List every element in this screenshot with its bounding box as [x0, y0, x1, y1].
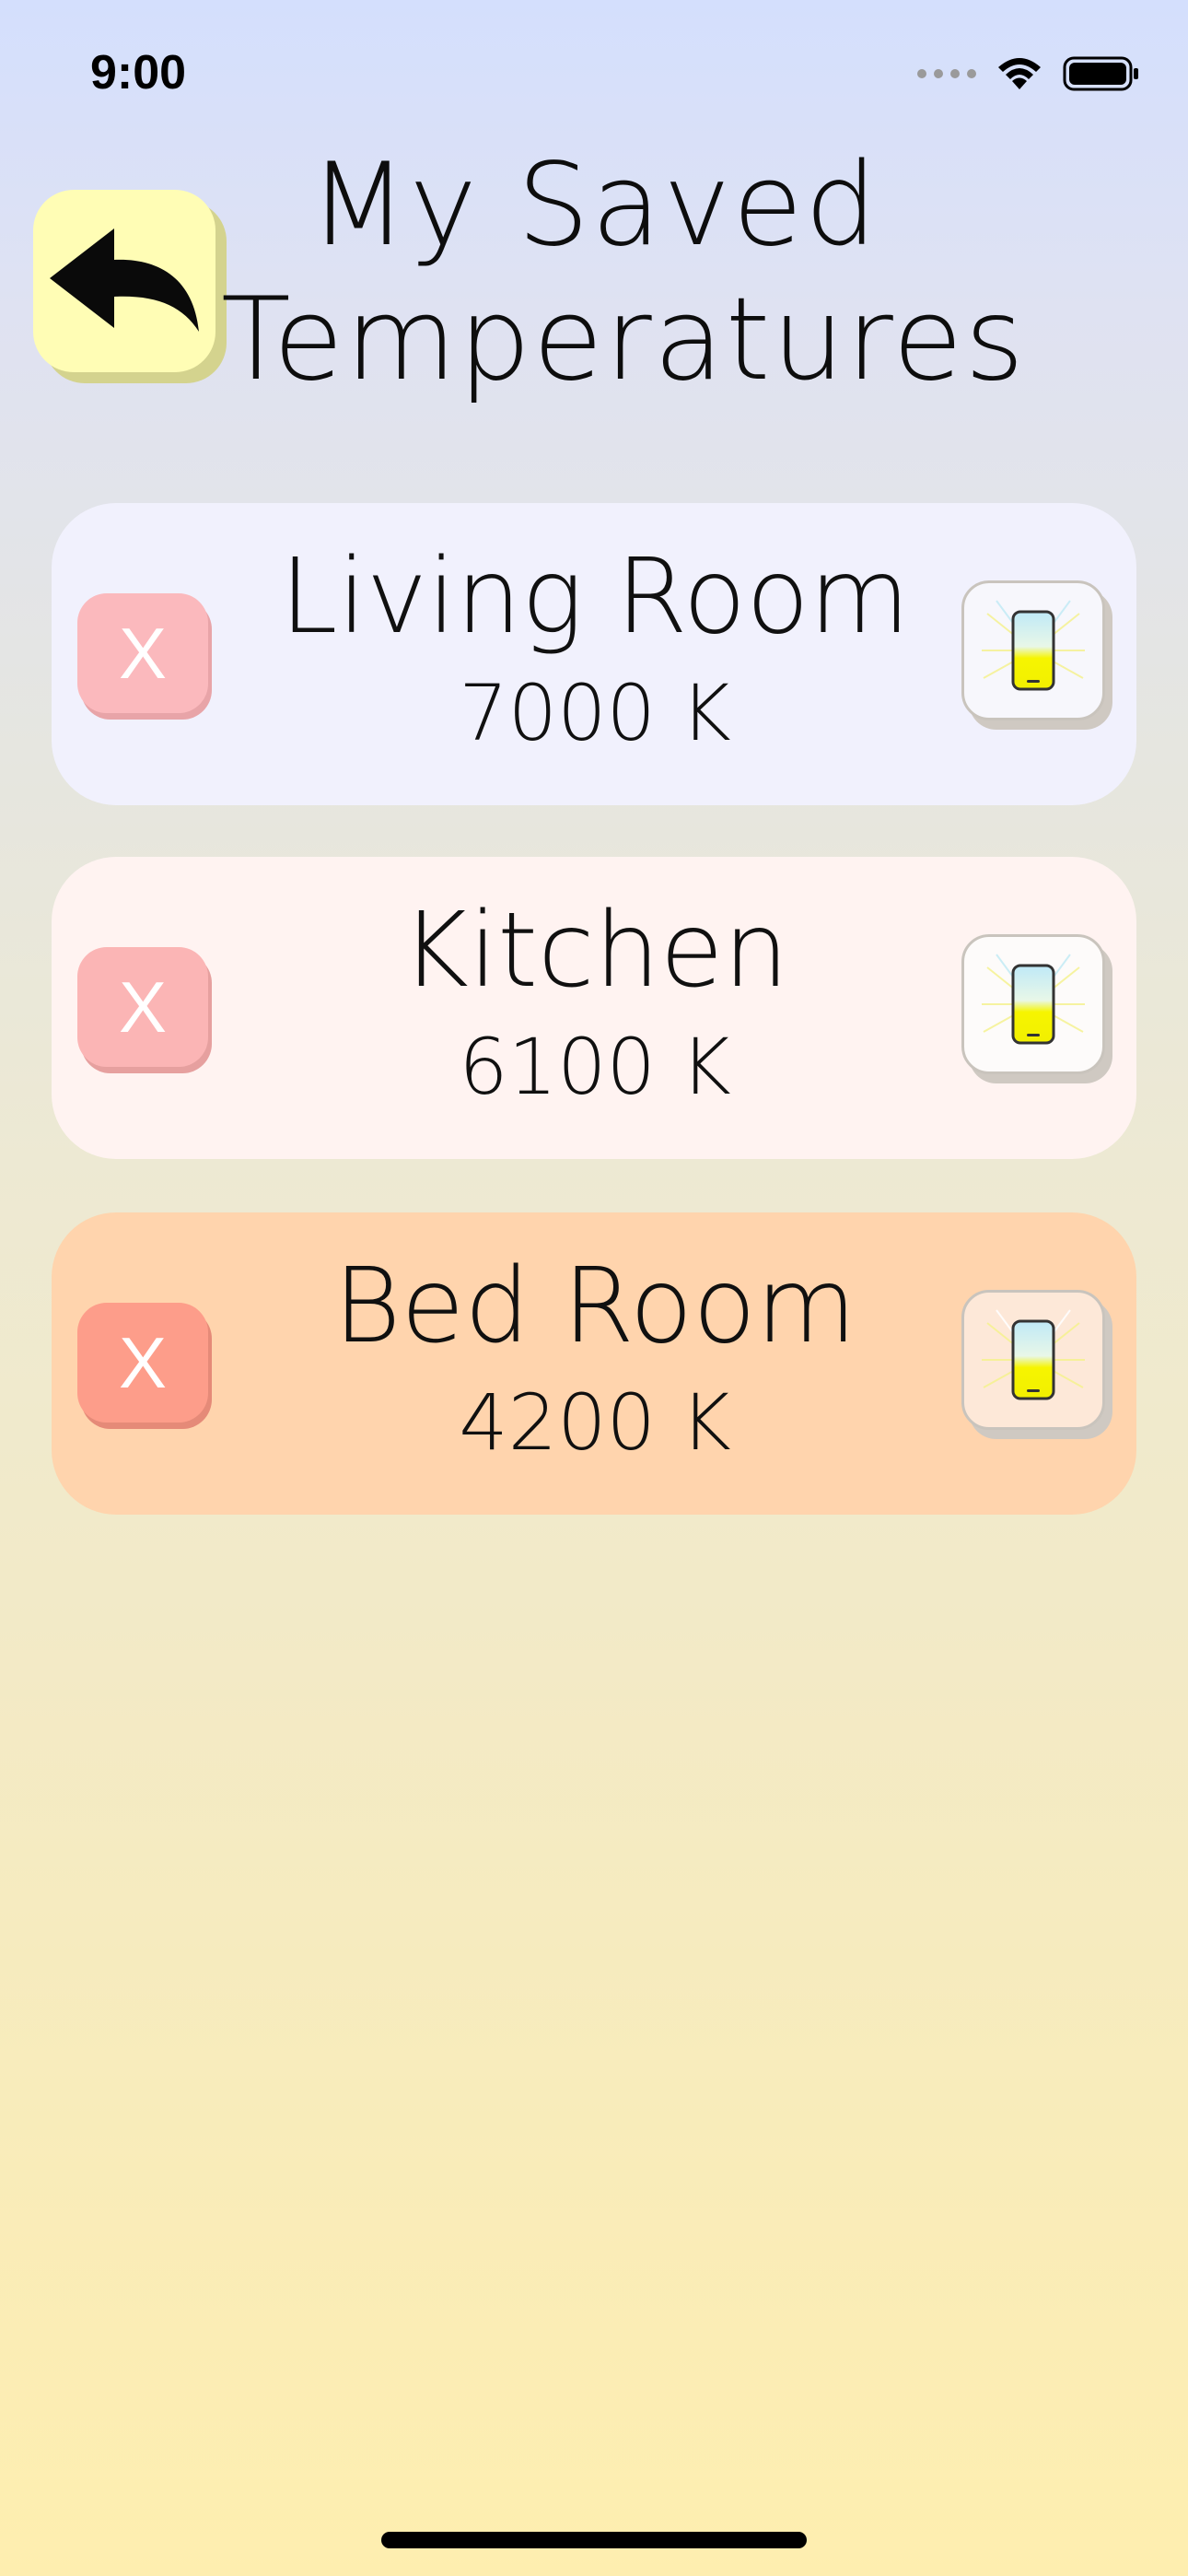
- card-temperature-value: 6100 K: [459, 1022, 731, 1112]
- phone-glow-icon: [982, 1309, 1085, 1400]
- apply-temperature-button[interactable]: [961, 1290, 1105, 1430]
- apply-temperature-button[interactable]: [961, 580, 1105, 720]
- page-title-line1: My Saved: [309, 139, 879, 272]
- remove-button[interactable]: X: [77, 1303, 208, 1423]
- apply-temperature-button[interactable]: [961, 934, 1105, 1074]
- saved-temperature-card: X Kitchen 6100 K: [52, 857, 1136, 1159]
- card-room-name: Bed Room: [333, 1247, 856, 1366]
- back-button[interactable]: [33, 190, 215, 372]
- card-temperature-value: 4200 K: [459, 1377, 731, 1468]
- remove-button[interactable]: X: [77, 947, 208, 1067]
- status-icons: [917, 48, 1140, 100]
- battery-icon: [1063, 56, 1138, 91]
- page-title-line2: Temperatures: [221, 274, 1027, 406]
- saved-temperature-card: X Bed Room 4200 K: [52, 1212, 1136, 1515]
- cellular-signal-icon: [917, 69, 976, 78]
- card-room-name: Living Room: [280, 537, 910, 657]
- status-time: 9:00: [90, 46, 187, 100]
- saved-temperature-card: X Living Room 7000 K: [52, 503, 1136, 805]
- home-indicator[interactable]: [381, 2532, 807, 2548]
- page-title: My Saved Temperatures: [221, 138, 1027, 407]
- phone-glow-icon: [982, 954, 1085, 1045]
- phone-glow-icon: [982, 600, 1085, 691]
- wifi-icon: [998, 58, 1041, 89]
- card-room-name: Kitchen: [401, 891, 789, 1011]
- back-arrow-icon: [50, 228, 199, 332]
- card-temperature-value: 7000 K: [459, 668, 731, 758]
- remove-button[interactable]: X: [77, 593, 208, 713]
